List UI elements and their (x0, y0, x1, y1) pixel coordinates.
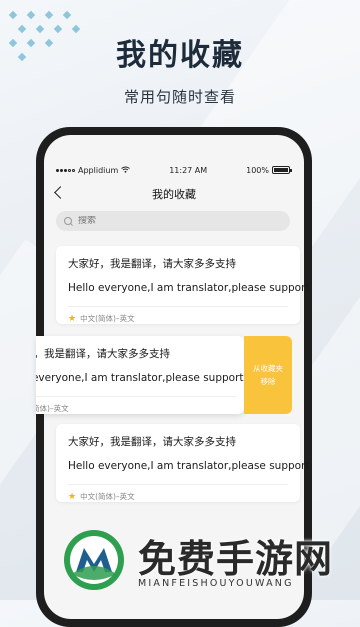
star-icon[interactable]: ★ (68, 492, 76, 502)
search-icon (64, 216, 73, 226)
page-title: 我的收藏 (152, 188, 196, 201)
card-language-pair: 中文(简体)–英文 (36, 404, 69, 413)
card-translation-text: Hello everyone,I am translator,please su… (36, 372, 244, 384)
remove-from-favorites-button[interactable]: 从收藏夹 移除 (244, 336, 292, 414)
card-divider (68, 306, 288, 307)
card-translation-text: Hello everyone,I am translator,please su… (68, 282, 310, 294)
search-input[interactable] (78, 216, 258, 226)
battery-percent: 100% (246, 165, 269, 175)
hero-subtitle: 常用句随时查看 (123, 88, 236, 106)
card-language-pair: 中文(简体)–英文 (80, 314, 135, 323)
search-bar[interactable] (56, 211, 290, 231)
favorite-card-swiped[interactable]: 大家好，我是翻译，请大家多多支持 Hello everyone,I am tra… (36, 336, 244, 414)
watermark-english-text: MIANFEISHOUYOUWANG (138, 578, 294, 589)
favorite-card[interactable]: 大家好，我是翻译，请大家多多支持 Hello everyone,I am tra… (56, 246, 310, 324)
card-source-text: 大家好，我是翻译，请大家多多支持 (68, 258, 236, 270)
card-divider (36, 396, 236, 397)
card-source-text: 大家好，我是翻译，请大家多多支持 (68, 436, 236, 448)
card-language-pair: 中文(简体)–英文 (80, 492, 135, 501)
remove-button-label-line2: 移除 (260, 377, 276, 386)
signal-icon (56, 168, 75, 172)
remove-button-label-line1: 从收藏夹 (253, 364, 283, 373)
swiped-favorite-row: 大家好，我是翻译，请大家多多支持 Hello everyone,I am tra… (36, 336, 292, 414)
site-watermark: 免费手游网 MIANFEISHOUYOUWANG (62, 526, 358, 600)
carrier-name: Applidium (78, 165, 119, 175)
watermark-logo-icon (64, 530, 124, 590)
battery-icon (271, 166, 292, 174)
hero-title: 我的收藏 (116, 38, 244, 73)
star-icon[interactable]: ★ (68, 314, 76, 324)
status-bar: Applidium 11:27 AM 100% (56, 163, 292, 177)
card-divider (68, 484, 288, 485)
status-time: 11:27 AM (169, 165, 208, 175)
card-translation-text: Hello everyone,I am translator,please su… (68, 460, 310, 472)
favorite-card[interactable]: 大家好，我是翻译，请大家多多支持 Hello everyone,I am tra… (56, 424, 310, 502)
wifi-icon (121, 166, 131, 175)
nav-bar: 我的收藏 (44, 183, 304, 205)
back-chevron-icon[interactable] (54, 186, 67, 199)
card-source-text: 大家好，我是翻译，请大家多多支持 (36, 348, 170, 360)
watermark-chinese-text: 免费手游网 (138, 537, 334, 581)
